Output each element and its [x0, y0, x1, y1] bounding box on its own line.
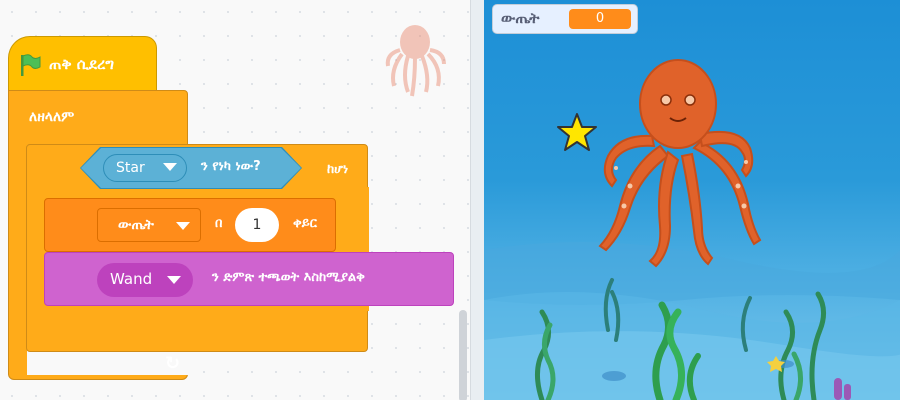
- touching-object-dropdown[interactable]: Star: [103, 154, 187, 182]
- when-flag-clicked-label: ጠቅ ሲደረግ: [49, 55, 115, 73]
- touching-condition-block[interactable]: Star ን የነካ ነው?: [81, 148, 301, 188]
- touching-object-value: Star: [116, 160, 145, 176]
- touching-condition-label: ን የነካ ነው?: [201, 159, 261, 174]
- if-then-label: ከሆነ: [327, 162, 349, 177]
- current-sprite-octopus-icon: [385, 25, 446, 97]
- code-area[interactable]: ጠቅ ሲደረግ ለዘላለም ↻ Star ን የነካ ነው? ከሆነ ውጤት በ…: [0, 0, 470, 400]
- when-flag-clicked-block[interactable]: ጠቅ ሲደረግ: [8, 36, 157, 90]
- variable-name: ውጤት: [118, 217, 154, 233]
- play-sound-until-done-block[interactable]: Wand ን ድምጽ ተጫወት እስከሚያልቅ: [44, 252, 454, 306]
- stage[interactable]: ውጤት 0: [484, 0, 900, 400]
- sound-dropdown[interactable]: Wand: [97, 263, 193, 297]
- octopus-sprite[interactable]: [590, 56, 770, 276]
- variable-monitor-value: 0: [569, 9, 631, 29]
- change-tail-label: ቀይር: [293, 216, 317, 231]
- change-by-label: በ: [215, 216, 223, 231]
- chevron-down-icon: [176, 222, 190, 230]
- variable-monitor[interactable]: ውጤት 0: [492, 4, 638, 34]
- play-sound-label: ን ድምጽ ተጫወት እስከሚያልቅ: [212, 270, 365, 285]
- sound-name: Wand: [110, 270, 153, 288]
- variable-monitor-label: ውጤት: [501, 9, 540, 27]
- variable-dropdown[interactable]: ውጤት: [97, 208, 201, 242]
- change-amount-input[interactable]: 1: [235, 208, 279, 242]
- chevron-down-icon: [167, 276, 181, 284]
- green-flag-icon: [21, 54, 41, 76]
- loop-arrow-icon: ↻: [165, 353, 181, 374]
- code-area-scrollbar[interactable]: [459, 310, 467, 400]
- chevron-down-icon: [163, 163, 177, 171]
- panel-divider: [470, 0, 485, 400]
- change-variable-block[interactable]: ውጤት በ 1 ቀይር: [44, 198, 336, 252]
- forever-label: ለዘላለም: [29, 109, 75, 125]
